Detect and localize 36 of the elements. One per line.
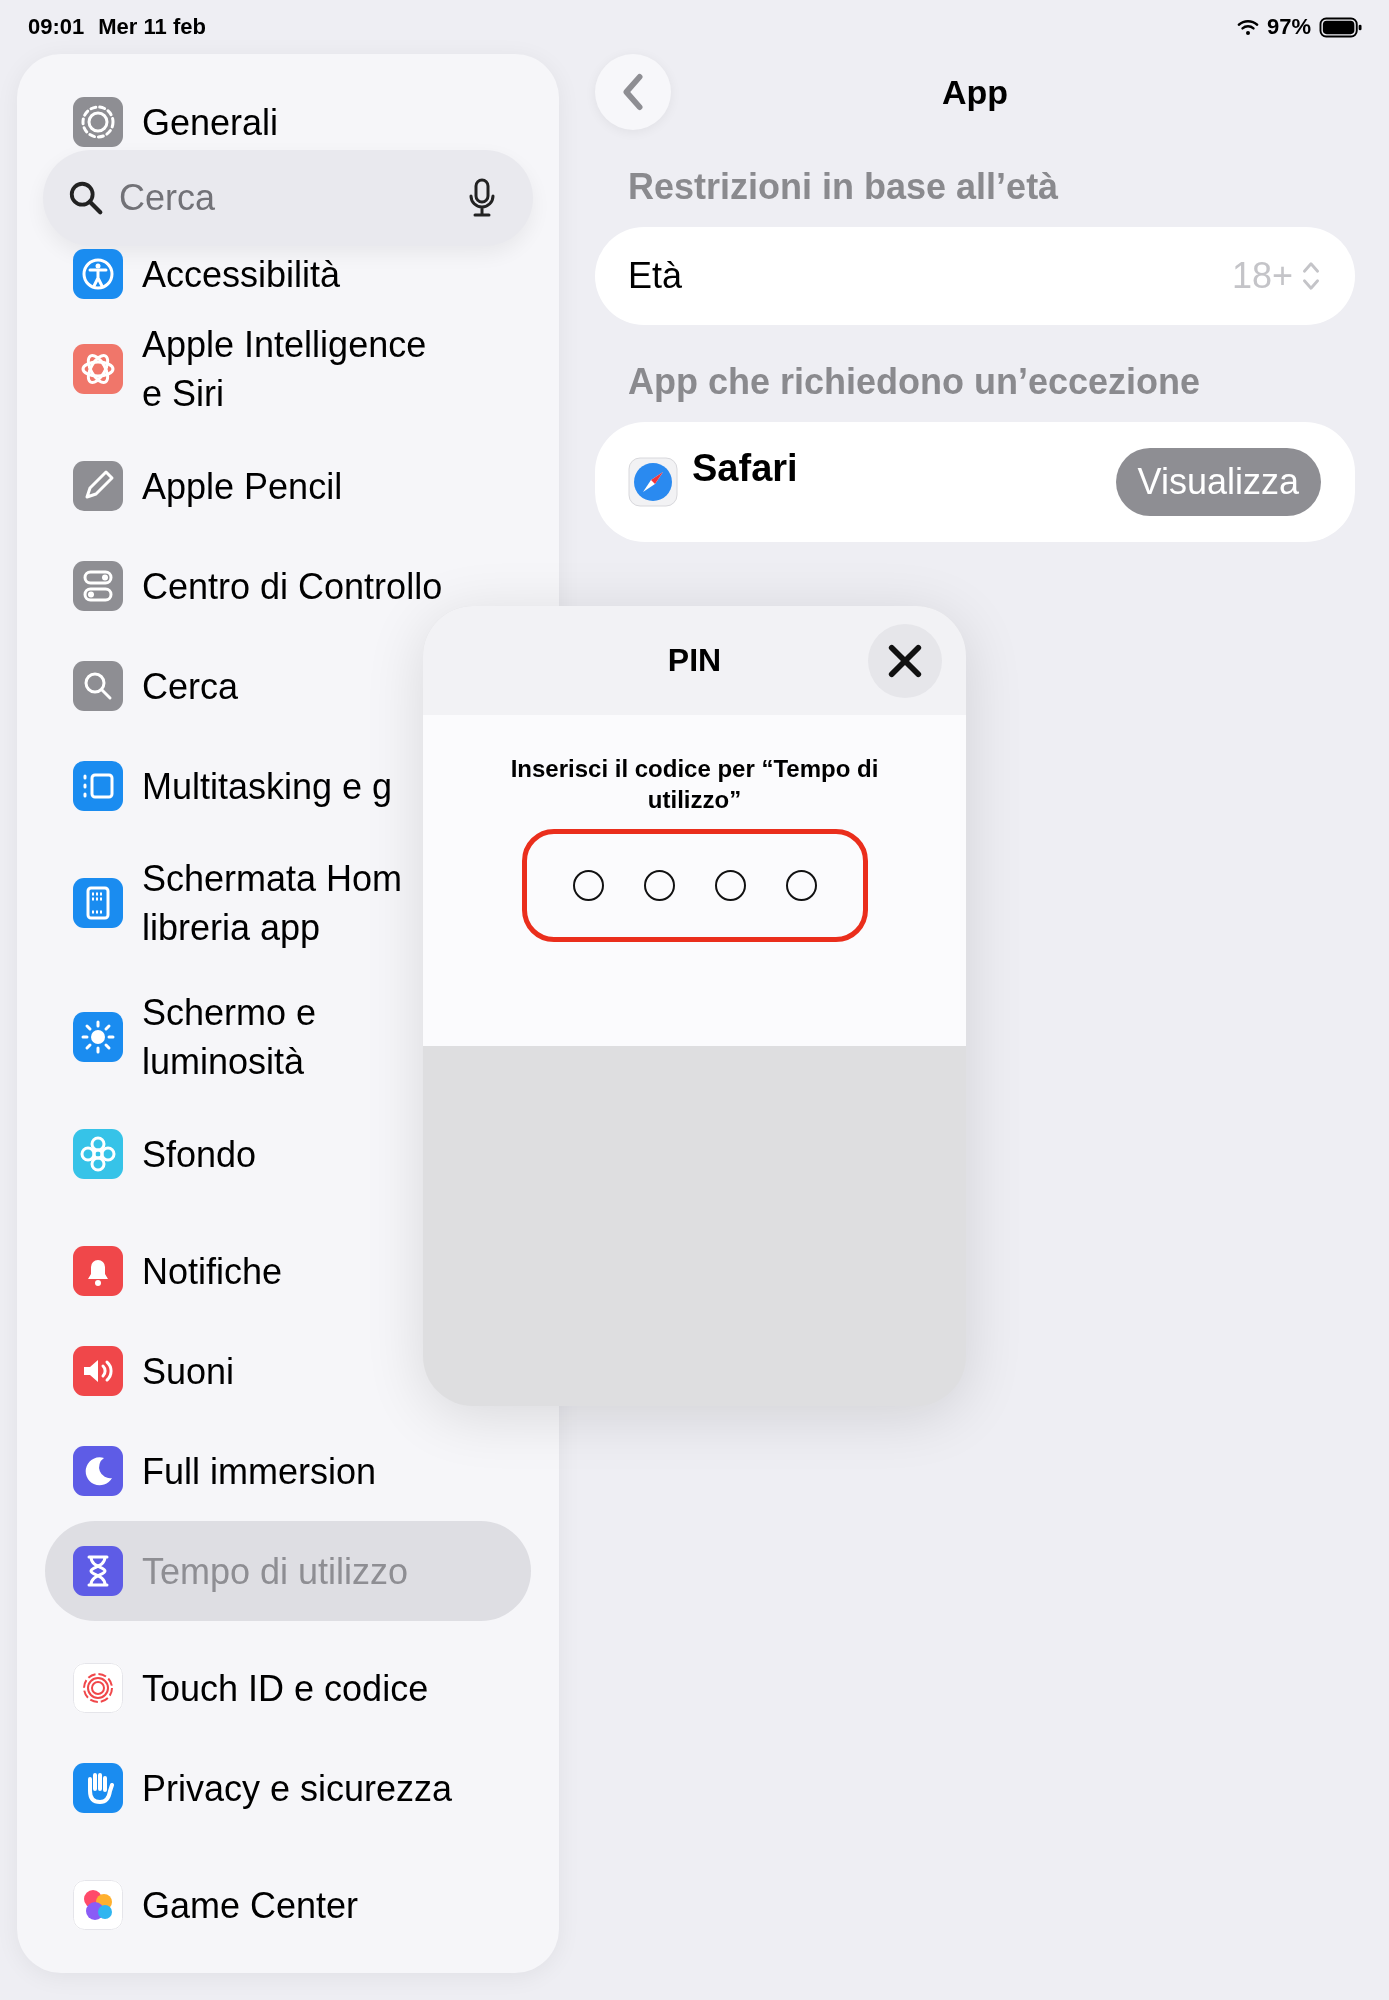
settings-item[interactable]: Full immersion <box>45 1421 531 1521</box>
battery-icon <box>1319 16 1363 38</box>
settings-item[interactable]: Touch ID e codice <box>45 1638 531 1738</box>
settings-row[interactable]: Età 18+ <box>595 227 1355 325</box>
settings-item[interactable]: Game Center <box>45 1855 531 1955</box>
compass-icon <box>628 457 678 507</box>
chevron-left-icon <box>621 73 645 111</box>
picker-value: 18+ <box>1231 255 1293 297</box>
clock-time: 09:01 <box>28 14 85 40</box>
settings-item[interactable]: Centro di Controllo <box>45 536 531 636</box>
passcode-prompt: Inserisci il codice per “Tempo di utilizzo” <box>509 754 880 815</box>
wifi-icon <box>1236 18 1259 36</box>
section-header: App che richiedono un’eccezione <box>628 360 1202 404</box>
settings-item[interactable]: Apple Intelligence e Siri <box>45 302 531 436</box>
settings-item[interactable]: Generali <box>45 94 531 150</box>
page-title: App <box>940 72 1010 112</box>
settings-item[interactable]: Schermo e luminosità <box>45 970 531 1104</box>
sheet-title: PIN <box>666 642 723 679</box>
settings-item[interactable]: Apple Pencil <box>45 436 531 536</box>
microphone-icon <box>467 178 497 218</box>
settings-item[interactable]: Sfondo <box>45 1104 531 1204</box>
search-bar[interactable]: Cerca <box>43 150 533 246</box>
row-label: Età <box>628 255 683 297</box>
settings-item[interactable]: Accessibilità <box>45 246 531 302</box>
battery-percentage: 97% <box>1266 14 1311 40</box>
settings-item[interactable]: Notifiche <box>45 1221 531 1321</box>
up-down-chevron-icon <box>1301 260 1321 292</box>
settings-item[interactable]: Privacy e sicurezza <box>45 1738 531 1838</box>
search-field[interactable]: Cerca <box>119 177 467 219</box>
app-name: Safari <box>692 447 798 490</box>
search-icon <box>67 179 105 217</box>
settings-item[interactable]: Suoni <box>45 1321 531 1421</box>
section-header: Restrizioni in base all’età <box>628 165 1060 209</box>
date-text: Mer 11 feb <box>98 14 206 40</box>
settings-item[interactable]: Schermata Hom libreria app <box>45 836 531 970</box>
settings-item[interactable]: Cerca <box>45 636 531 736</box>
